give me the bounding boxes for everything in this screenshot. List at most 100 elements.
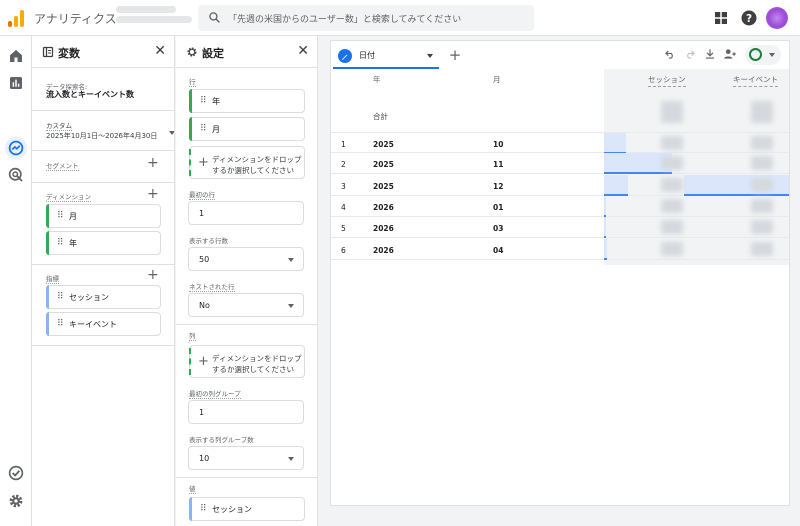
drag-handle-icon[interactable]: ⠿: [57, 319, 64, 329]
sessions-bar-fill: [604, 195, 606, 216]
date-range-value: 2025年10月1日～2026年4月30日: [46, 132, 158, 140]
start-row-label: 最初の行: [189, 191, 215, 200]
search-placeholder[interactable]: 「先週の米国からのユーザー数」と検索してみてください: [228, 12, 461, 25]
cell-year: 2026: [373, 202, 394, 212]
row-chip-month[interactable]: ⠿ 月: [189, 117, 305, 141]
advertising-icon[interactable]: [7, 166, 25, 184]
add-segment-button[interactable]: +: [147, 156, 159, 170]
show-col-groups-select[interactable]: 10: [188, 446, 304, 470]
cell-month: 01: [493, 202, 504, 212]
explore-icon[interactable]: [7, 139, 25, 157]
cell-year: 2025: [373, 160, 394, 170]
sessions-bar: [604, 257, 608, 260]
account-selector[interactable]: [116, 6, 192, 30]
app-title[interactable]: アナリティクス: [34, 10, 117, 27]
table-row[interactable]: 6 2026 04: [331, 238, 789, 260]
chevron-down-icon: [288, 258, 294, 262]
cell-keyevents-value: [751, 177, 773, 192]
table-row[interactable]: 4 2026 01: [331, 195, 789, 217]
first-col-group-label: 最初の列グループ: [189, 390, 241, 399]
table-row[interactable]: 2 2025 11: [331, 153, 789, 175]
status-check-button[interactable]: [745, 45, 781, 65]
show-rows-select[interactable]: 50: [188, 247, 304, 271]
avatar[interactable]: [766, 7, 788, 29]
undo-icon[interactable]: [663, 47, 677, 61]
help-icon[interactable]: ?: [740, 9, 758, 27]
drag-handle-icon[interactable]: ⠿: [200, 96, 207, 106]
header-sessions[interactable]: セッション: [648, 74, 686, 87]
first-col-group-input[interactable]: 1: [188, 400, 304, 424]
variables-panel-header: 変数 ✕: [32, 36, 174, 68]
gear-icon: [187, 47, 197, 57]
apps-grid-icon[interactable]: [712, 9, 730, 27]
date-range-selector[interactable]: カスタム 2025年10月1日～2026年4月30日: [46, 120, 174, 142]
nested-rows-select[interactable]: No: [188, 293, 304, 317]
analytics-logo-icon[interactable]: [8, 9, 24, 27]
drag-handle-icon[interactable]: ⠿: [200, 504, 207, 514]
dimension-label: ディメンション: [46, 193, 92, 202]
segment-label: セグメント: [46, 162, 79, 171]
cell-keyevents-value: [751, 198, 773, 213]
cell-keyevents-value: [751, 241, 773, 256]
columns-label: 列: [189, 332, 196, 341]
table-row[interactable]: 5 2026 03: [331, 217, 789, 239]
rows-label: 行: [189, 78, 196, 87]
nested-rows-label: ネストされた行: [189, 283, 235, 292]
search-box[interactable]: 「先週の米国からのユーザー数」と検索してみてください: [198, 5, 534, 31]
metric-chip-keyevents[interactable]: ⠿ キーイベント: [46, 312, 161, 336]
add-metric-button[interactable]: +: [147, 268, 159, 282]
close-settings-button[interactable]: ✕: [297, 44, 309, 58]
home-icon[interactable]: [7, 47, 25, 65]
start-row-input[interactable]: 1: [188, 201, 304, 225]
cell-month: 04: [493, 245, 504, 255]
column-drop-zone[interactable]: + ディメンションをドロップするか選択してください: [189, 345, 305, 378]
cell-month: 11: [493, 160, 504, 170]
variables-panel-title: 変数: [58, 47, 80, 60]
chevron-down-icon: [169, 131, 174, 135]
dimension-chip-year[interactable]: ⠿ 年: [46, 231, 161, 255]
left-nav: [0, 36, 32, 526]
row-index: 3: [341, 181, 346, 191]
tab-date[interactable]: 日付: [333, 43, 439, 69]
header-month[interactable]: 月: [493, 74, 501, 85]
top-bar: アナリティクス 「先週の米国からのユーザー数」と検索してみてください ?: [0, 0, 800, 36]
chevron-down-icon: [288, 457, 294, 461]
drag-handle-icon[interactable]: ⠿: [57, 211, 64, 221]
sessions-bar-fill: [604, 133, 626, 153]
configure-icon[interactable]: [7, 464, 25, 482]
cell-year: 2025: [373, 181, 394, 191]
drag-handle-icon[interactable]: ⠿: [57, 292, 64, 302]
drag-handle-icon[interactable]: ⠿: [200, 124, 207, 134]
download-icon[interactable]: [703, 47, 717, 61]
redo-icon[interactable]: [683, 47, 697, 61]
cell-month: 10: [493, 140, 504, 149]
settings-icon[interactable]: [7, 492, 25, 510]
row-chip-year[interactable]: ⠿ 年: [189, 89, 305, 113]
table-row[interactable]: 3 2025 12: [331, 174, 789, 196]
keyevents-bar-fill: [684, 174, 789, 195]
exploration-name-input[interactable]: 流入数とキーイベント数: [46, 89, 134, 100]
table-row[interactable]: 1 2025 10: [331, 132, 789, 154]
settings-panel-header: 設定 ✕: [176, 36, 317, 68]
total-sessions-value: [661, 101, 683, 123]
svg-text:?: ?: [746, 13, 752, 25]
add-tab-button[interactable]: +: [443, 44, 467, 68]
total-keyevents-value: [751, 101, 773, 123]
row-drop-zone[interactable]: + ディメンションをドロップするか選択してください: [189, 146, 305, 179]
drag-handle-icon[interactable]: ⠿: [57, 238, 64, 248]
header-keyevents[interactable]: キーイベント: [733, 74, 778, 87]
cell-month: 03: [493, 224, 504, 234]
metric-chip-sessions[interactable]: ⠿ セッション: [46, 285, 161, 309]
share-user-icon[interactable]: [723, 47, 737, 61]
add-dimension-button[interactable]: +: [147, 187, 159, 201]
settings-panel-title: 設定: [202, 47, 224, 60]
dimension-chip-month[interactable]: ⠿ 月: [46, 204, 161, 228]
cell-keyevents-value: [751, 156, 773, 171]
reports-icon[interactable]: [7, 74, 25, 92]
row-index: 1: [341, 140, 346, 149]
value-chip-sessions[interactable]: ⠿ セッション: [189, 497, 305, 521]
header-year[interactable]: 年: [373, 74, 381, 85]
cell-year: 2026: [373, 245, 394, 255]
total-label: 合計: [373, 112, 388, 121]
close-variables-button[interactable]: ✕: [154, 44, 166, 58]
